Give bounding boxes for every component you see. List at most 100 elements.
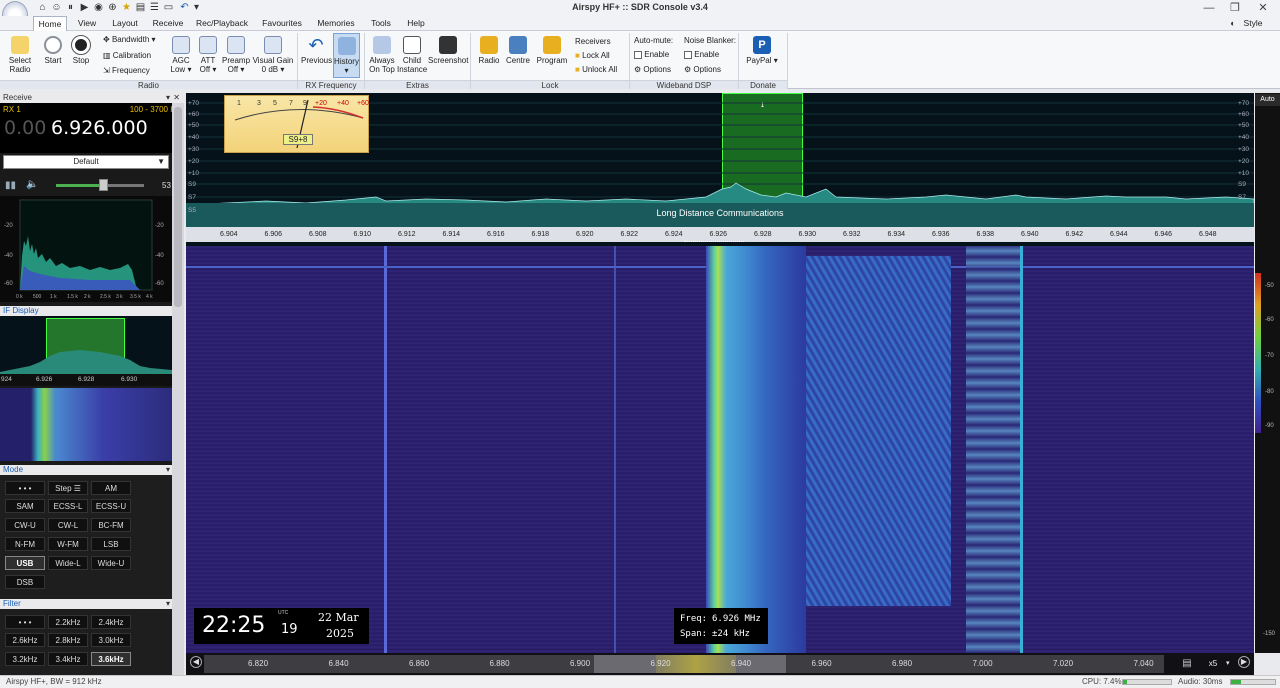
lock-radio-button[interactable]: Radio: [476, 36, 502, 65]
mode-ecss-u-button[interactable]: ECSS-U: [91, 499, 131, 513]
filter-3-0khz-button[interactable]: 3.0kHz: [91, 633, 131, 647]
always-on-top-button[interactable]: Always On Top: [367, 36, 397, 74]
lock-all-button[interactable]: ■ Lock All: [575, 51, 610, 60]
mode-sam-button[interactable]: SAM: [5, 499, 45, 513]
noise-blanker-enable-checkbox[interactable]: Enable: [684, 50, 719, 59]
band-overview-bar[interactable]: ◀ 6.820 6.840 6.860 6.880 6.900 6.920 6.940 6.9…: [186, 653, 1254, 675]
profile-select[interactable]: Default ▼: [3, 155, 169, 169]
filter-3-2khz-button[interactable]: 3.2kHz: [5, 652, 45, 666]
group-donate-label: Donate: [739, 80, 787, 90]
filter-3-6khz-button[interactable]: 3.6kHz: [91, 652, 131, 666]
mode-step-button[interactable]: Step ☰: [48, 481, 88, 495]
pin-icon[interactable]: ▾: [166, 599, 170, 609]
pin-icon[interactable]: ▾: [166, 465, 170, 475]
visual-gain-icon: [264, 36, 282, 54]
filter-2-6khz-button[interactable]: 2.6kHz: [5, 633, 45, 647]
stop-button[interactable]: Stop: [68, 35, 94, 65]
mode-usb-button[interactable]: USB: [5, 556, 45, 570]
filter-2-4khz-button[interactable]: 2.4kHz: [91, 615, 131, 629]
tab-layout[interactable]: Layout: [108, 16, 142, 31]
unlock-all-button[interactable]: ■ Unlock All: [575, 65, 617, 74]
filter-2-2khz-button[interactable]: 2.2kHz: [48, 615, 88, 629]
group-wideband-dsp-label: Wideband DSP: [630, 80, 738, 90]
spectrum-display[interactable]: 1 Long Distance Communications 1 3 5 7 9…: [186, 93, 1254, 248]
mode-ecss-l-button[interactable]: ECSS-L: [48, 499, 88, 513]
speaker-icon[interactable]: 🔈: [26, 179, 38, 190]
auto-mute-options-button[interactable]: ⚙ Options: [634, 65, 671, 74]
mode-more-button[interactable]: • • •: [5, 481, 45, 495]
scrollbar-thumb[interactable]: [174, 107, 182, 307]
group-separator: [787, 33, 788, 89]
scroll-right-icon[interactable]: ▶: [1238, 656, 1250, 668]
camera-icon: [439, 36, 457, 54]
left-panel-scrollbar[interactable]: [172, 103, 184, 675]
bandwidth-button[interactable]: ✥ Bandwidth ▾: [103, 35, 156, 44]
lock-program-button[interactable]: Program: [536, 36, 568, 65]
padlock-icon: [543, 36, 561, 54]
clock-seconds: 19: [281, 622, 298, 637]
lock-centre-button[interactable]: Centre: [504, 36, 532, 65]
select-radio-button[interactable]: Select Radio: [5, 36, 35, 74]
if-display[interactable]: 924 6.926 6.928 6.930: [0, 316, 172, 386]
volume-thumb[interactable]: [99, 179, 108, 191]
auto-mute-label: Auto-mute:: [634, 36, 674, 45]
visual-gain-button[interactable]: Visual Gain 0 dB ▾: [252, 36, 294, 74]
zoom-dropdown-icon[interactable]: ▾: [1226, 655, 1236, 673]
audio-ticks: 0 k 500 1 k 1.5 k 2 k 2.5 k 3 k 3.5 k 4 …: [16, 294, 153, 300]
style-menu[interactable]: Style: [1238, 16, 1268, 31]
previous-button[interactable]: ↶ Previous: [301, 36, 332, 65]
tab-home[interactable]: Home: [33, 16, 67, 32]
start-button[interactable]: Start: [40, 36, 66, 65]
tab-tools[interactable]: Tools: [366, 16, 396, 31]
display-settings-icon[interactable]: ▤: [1176, 655, 1198, 673]
calibration-button[interactable]: ▥ Calibration: [103, 51, 151, 60]
spectrum-ticks: 6.904 6.906 6.908 6.910 6.912 6.914 6.916 6.918…: [186, 230, 1254, 242]
history-button[interactable]: History ▾: [333, 33, 360, 78]
mode-dsb-button[interactable]: DSB: [5, 575, 45, 589]
tab-receive[interactable]: Receive: [148, 16, 188, 31]
mode-am-button[interactable]: AM: [91, 481, 131, 495]
spectrum-tick-label: 6.940: [1021, 231, 1039, 238]
close-icon[interactable]: ✕: [173, 93, 180, 103]
filter-3-4khz-button[interactable]: 3.4kHz: [48, 652, 88, 666]
audio-spectrum[interactable]: -20 -40 -60 -20 -40 -60 0 k 500 1 k 1.5 …: [0, 196, 172, 302]
tab-rec-playback[interactable]: Rec/Playback: [194, 16, 250, 31]
filter-2-8khz-button[interactable]: 2.8kHz: [48, 633, 88, 647]
tab-view[interactable]: View: [72, 16, 102, 31]
tab-favourites[interactable]: Favourites: [258, 16, 306, 31]
preamp-icon: [227, 36, 245, 54]
spectrum-tick-label: 6.936: [932, 231, 950, 238]
child-instance-button[interactable]: Child Instance: [397, 36, 427, 74]
screenshot-button[interactable]: Screenshot: [428, 36, 468, 65]
tab-memories[interactable]: Memories: [314, 16, 358, 31]
close-icon[interactable]: ✕: [1250, 0, 1276, 16]
spectrum-tick-label: 6.918: [531, 231, 550, 238]
noise-blanker-options-button[interactable]: ⚙ Options: [684, 65, 721, 74]
preamp-button[interactable]: Preamp Off ▾: [222, 36, 250, 74]
att-button[interactable]: ATT Off ▾: [196, 36, 220, 74]
history-icon: [337, 37, 356, 55]
tab-help[interactable]: Help: [402, 16, 430, 31]
mode-w-fm-button[interactable]: W-FM: [48, 537, 88, 551]
auto-mute-enable-checkbox[interactable]: Enable: [634, 50, 669, 59]
maximize-icon[interactable]: ❐: [1222, 0, 1248, 16]
frequency-button[interactable]: ⇲ Frequency: [103, 66, 150, 75]
signal-bars-icon[interactable]: ▮▮: [5, 180, 16, 191]
minimize-icon[interactable]: —: [1196, 0, 1222, 16]
agc-button[interactable]: AGC Low ▾: [168, 36, 194, 74]
filter-more-button[interactable]: • • •: [5, 615, 45, 629]
mode-bc-fm-button[interactable]: BC-FM: [91, 518, 131, 532]
mode-wide-l-button[interactable]: Wide-L: [48, 556, 88, 570]
pin-icon[interactable]: ▾: [166, 93, 170, 103]
mode-wide-u-button[interactable]: Wide-U: [91, 556, 131, 570]
mode-cw-l-button[interactable]: CW-L: [48, 518, 88, 532]
auto-scale-button[interactable]: Auto: [1255, 94, 1280, 106]
mode-n-fm-button[interactable]: N-FM: [5, 537, 45, 551]
zoom-level[interactable]: x5: [1202, 655, 1224, 673]
waterfall-display[interactable]: 22:25 UTC 19 22 Mar 2025 Freq: 6.926 MHz…: [186, 246, 1254, 653]
if-waterfall[interactable]: [0, 388, 172, 461]
frequency-display[interactable]: RX 1 100 - 3700 Hz 0.00 6.926.000: [0, 103, 184, 153]
paypal-button[interactable]: P PayPal ▾: [744, 36, 780, 65]
mode-lsb-button[interactable]: LSB: [91, 537, 131, 551]
mode-cw-u-button[interactable]: CW-U: [5, 518, 45, 532]
